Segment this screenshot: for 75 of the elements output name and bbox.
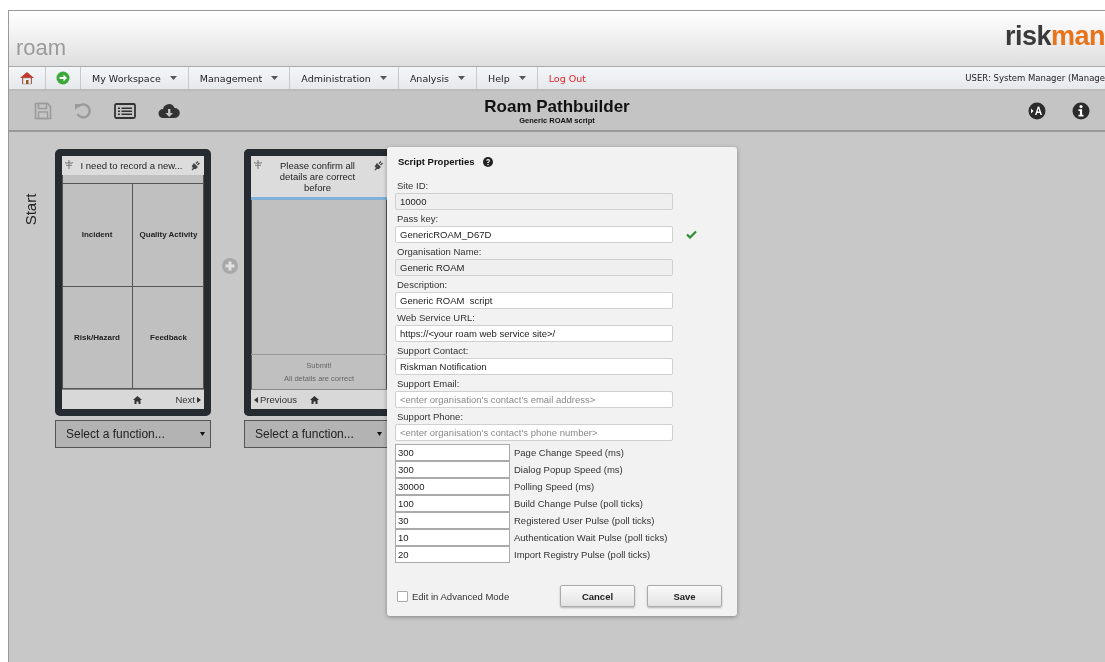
logout-link[interactable]: Log Out xyxy=(537,67,597,89)
field-label: Site ID: xyxy=(397,180,430,193)
dialog-title: Script Properties xyxy=(398,156,475,167)
menu-item[interactable]: My Workspace xyxy=(81,67,189,89)
logo: riskman xyxy=(1004,23,1105,50)
field-label: Support Phone: xyxy=(397,411,465,424)
caret-icon xyxy=(458,76,466,80)
list-icon[interactable] xyxy=(114,102,136,119)
cloud-download-icon[interactable] xyxy=(158,102,180,119)
play-a-icon[interactable] xyxy=(1028,101,1046,120)
menu-item[interactable]: Administration xyxy=(290,67,399,89)
staff-icon xyxy=(254,160,262,169)
card-header: I need to record a new... xyxy=(79,160,184,171)
number-field[interactable]: 30000 xyxy=(395,478,510,495)
caret-icon xyxy=(379,76,387,80)
house-icon[interactable] xyxy=(309,395,319,404)
plug-icon[interactable] xyxy=(190,160,201,171)
field-label: Support Contact: xyxy=(397,345,470,358)
caret-icon xyxy=(169,76,177,80)
field-label: Support Email: xyxy=(397,378,461,391)
right-arrow-icon xyxy=(197,396,201,403)
house-icon[interactable] xyxy=(19,71,35,85)
text-field[interactable]: https://<your roam web service site>/ xyxy=(395,325,673,342)
number-field[interactable]: 100 xyxy=(395,495,510,512)
menu-item[interactable]: Management xyxy=(188,67,291,89)
text-field[interactable]: GenericROAM_D67D xyxy=(395,226,673,243)
field-label: Pass key: xyxy=(397,213,440,226)
caret-icon xyxy=(377,432,382,436)
function-select[interactable]: Select a function... xyxy=(55,420,211,448)
field-label: Dialog Popup Speed (ms) xyxy=(514,464,623,475)
page-title: Roam Pathbuilder xyxy=(484,96,630,116)
page-card[interactable]: I need to record a new... Incident Quality Activity Risk/Hazard Feedback Next xyxy=(55,149,211,416)
plug-icon[interactable] xyxy=(373,160,384,171)
text-field[interactable]: Generic ROAM script xyxy=(395,292,673,309)
number-field[interactable]: 300 xyxy=(395,444,510,461)
field-label: Build Change Pulse (poll ticks) xyxy=(514,498,643,509)
menu-item[interactable]: Analysis xyxy=(398,67,478,89)
caret-icon xyxy=(200,432,205,436)
menu-tile[interactable]: Incident xyxy=(62,184,133,287)
number-field[interactable]: 300 xyxy=(395,461,510,478)
app-name: roam xyxy=(16,37,67,59)
user-label: USER: System Manager (Manage xyxy=(965,72,1105,85)
text-field[interactable]: <enter organisation's contact's email address> xyxy=(395,391,673,408)
previous-link[interactable]: Previous xyxy=(254,394,297,405)
field-label: Registered User Pulse (poll ticks) xyxy=(514,515,655,526)
field-label: Web Service URL: xyxy=(397,312,476,325)
arrow-circle-icon[interactable] xyxy=(56,71,70,85)
advanced-mode-checkbox[interactable]: Edit in Advanced Mode xyxy=(397,590,510,602)
field-label: Polling Speed (ms) xyxy=(514,481,595,492)
cancel-button[interactable]: Cancel xyxy=(560,585,635,607)
text-field[interactable]: Riskman Notification xyxy=(395,358,673,375)
field-label: Organisation Name: xyxy=(397,246,483,259)
help-icon[interactable] xyxy=(482,156,493,167)
caret-icon xyxy=(271,76,279,80)
house-icon[interactable] xyxy=(133,395,142,404)
field-label: Authentication Wait Pulse (poll ticks) xyxy=(514,532,668,543)
field-label: Description: xyxy=(397,279,449,292)
checkbox[interactable] xyxy=(397,590,408,602)
left-arrow-icon xyxy=(254,396,258,403)
menu-item[interactable]: Help xyxy=(477,67,538,89)
next-link[interactable]: Next xyxy=(175,394,201,405)
card-header: Please confirm all details are correct before xyxy=(278,160,357,193)
staff-icon xyxy=(65,160,73,169)
number-field[interactable]: 30 xyxy=(395,512,510,529)
function-select[interactable]: Select a function... xyxy=(244,420,387,448)
info-icon[interactable] xyxy=(1072,101,1090,120)
menu-tile[interactable]: Quality Activity xyxy=(133,184,204,287)
text-field[interactable]: <enter organisation's contact's phone number> xyxy=(395,424,673,441)
start-label: Start xyxy=(22,193,40,226)
field-label: Page Change Speed (ms) xyxy=(514,447,624,458)
field-label: Import Registry Pulse (poll ticks) xyxy=(514,549,651,560)
number-field[interactable]: 20 xyxy=(395,546,510,563)
number-field[interactable]: 10 xyxy=(395,529,510,546)
save-button[interactable]: Save xyxy=(647,585,722,607)
caret-icon xyxy=(518,76,526,80)
